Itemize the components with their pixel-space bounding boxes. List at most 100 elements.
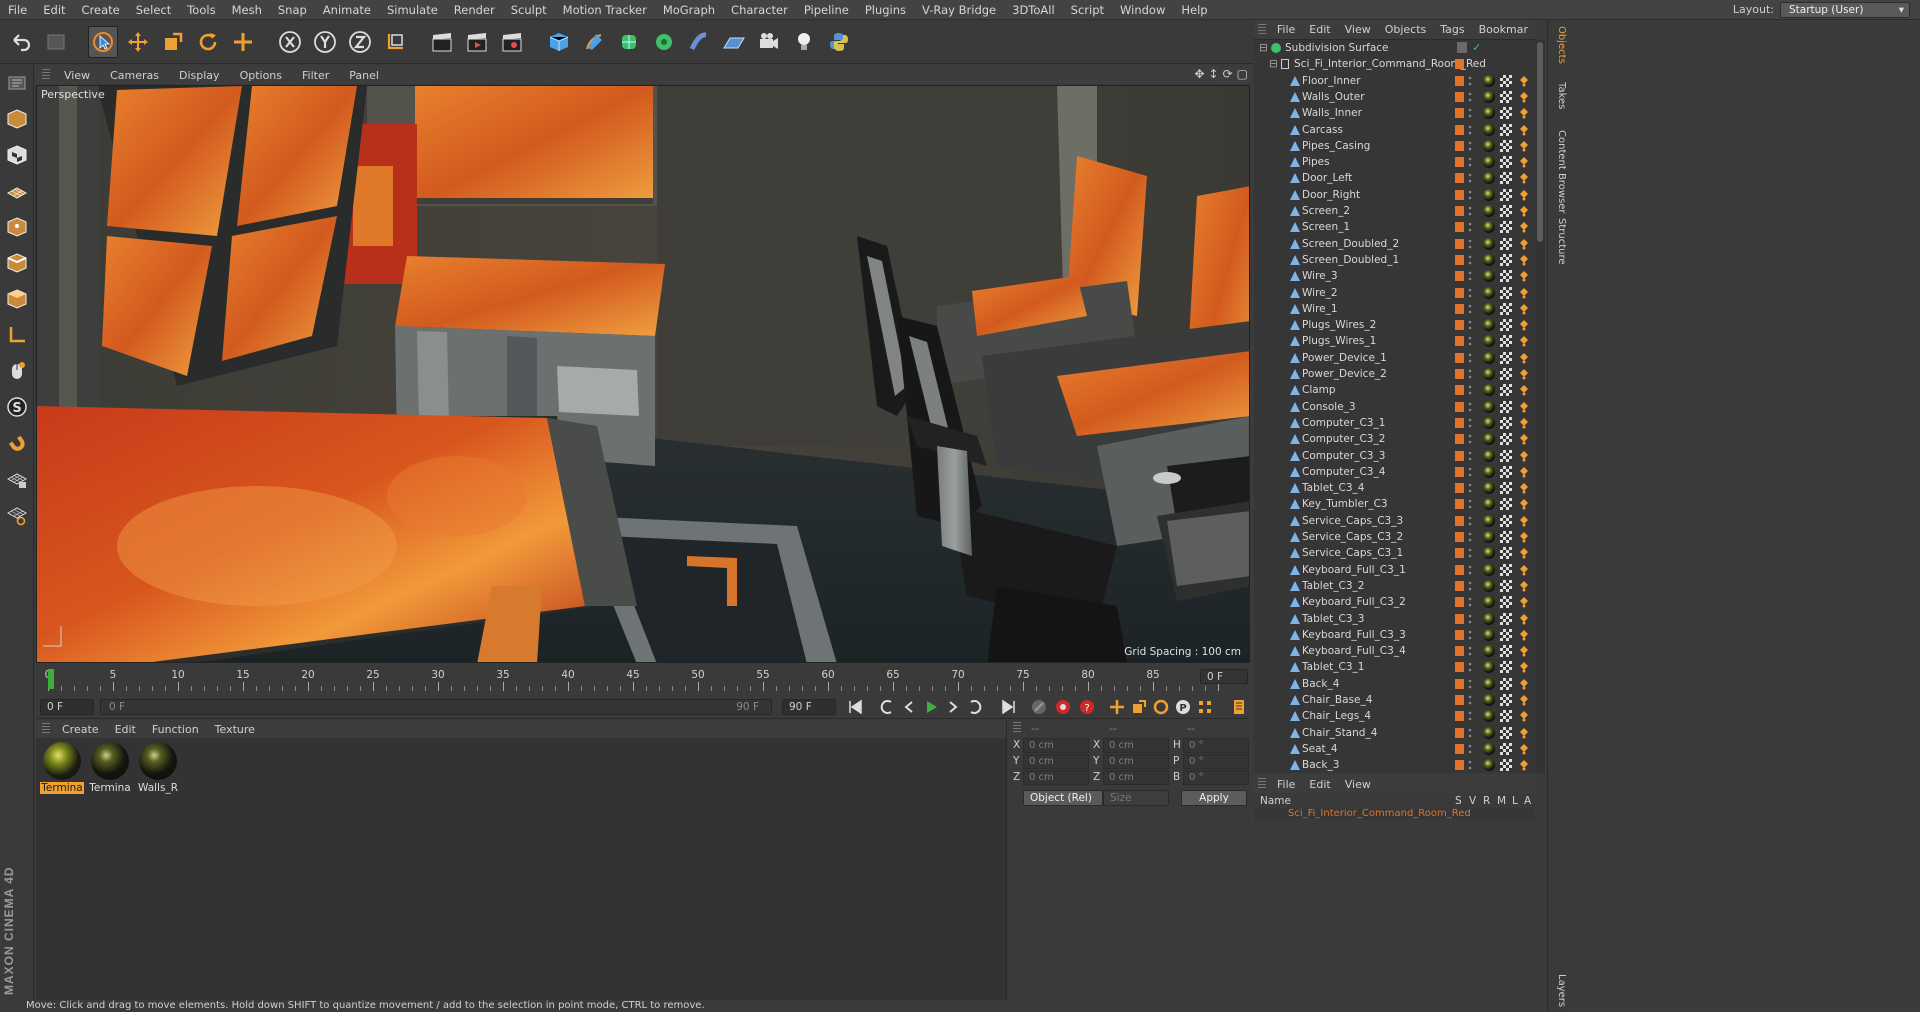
visibility-dots-icon[interactable] — [1467, 384, 1473, 396]
menu-sculpt[interactable]: Sculpt — [503, 0, 555, 20]
uvw-tag-icon[interactable] — [1500, 579, 1512, 592]
redo-button[interactable] — [41, 26, 71, 58]
timeline-window-button[interactable] — [1228, 697, 1250, 717]
tree-row-object[interactable]: Service_Caps_C3_2 — [1254, 529, 1535, 545]
rotate-tool-button[interactable] — [193, 26, 223, 58]
viewport-menu-options[interactable]: Options — [230, 69, 292, 82]
uvw-tag-icon[interactable] — [1500, 400, 1512, 413]
selection-tag-icon[interactable] — [1519, 661, 1529, 673]
render-view-button[interactable] — [427, 26, 457, 58]
visibility-dots-icon[interactable] — [1467, 450, 1473, 462]
material-tag-icon[interactable] — [1483, 107, 1495, 120]
key-point-level-button[interactable] — [1194, 697, 1216, 717]
size-z-field[interactable]: 0 cm — [1103, 770, 1169, 785]
selection-tag-icon[interactable] — [1519, 254, 1529, 266]
viewport-menu-panel[interactable]: Panel — [339, 69, 389, 82]
visibility-dots-icon[interactable] — [1467, 254, 1473, 266]
visibility-dots-icon[interactable] — [1467, 613, 1473, 625]
uvw-tag-icon[interactable] — [1500, 498, 1512, 511]
object-menu-bookmarks[interactable]: Bookmar — [1472, 23, 1535, 36]
visibility-dots-icon[interactable] — [1467, 547, 1473, 559]
tree-row-object[interactable]: Keyboard_Full_C3_4 — [1254, 643, 1535, 659]
scrollbar-thumb[interactable] — [1537, 42, 1543, 242]
uvw-tag-icon[interactable] — [1500, 742, 1512, 755]
tree-row-object[interactable]: Service_Caps_C3_1 — [1254, 545, 1535, 561]
tree-row-object[interactable]: Clamp — [1254, 382, 1535, 398]
tree-row-object[interactable]: Pipes — [1254, 154, 1535, 170]
selection-tag-icon[interactable] — [1519, 450, 1529, 462]
material-tag-icon[interactable] — [1483, 351, 1495, 364]
material-tag-icon[interactable] — [1483, 74, 1495, 87]
visibility-dots-icon[interactable] — [1467, 352, 1473, 364]
uvw-tag-icon[interactable] — [1500, 416, 1512, 429]
menu-pipeline[interactable]: Pipeline — [796, 0, 857, 20]
material-tag-icon[interactable] — [1483, 482, 1495, 495]
tree-row-object[interactable]: Screen_Doubled_1 — [1254, 252, 1535, 268]
uvw-tag-icon[interactable] — [1500, 612, 1512, 625]
material-tag-icon[interactable] — [1483, 742, 1495, 755]
goto-start-button[interactable] — [844, 697, 866, 717]
uvw-tag-icon[interactable] — [1500, 628, 1512, 641]
make-editable-button[interactable] — [2, 68, 32, 98]
visibility-dots-icon[interactable] — [1467, 205, 1473, 217]
menu-render[interactable]: Render — [446, 0, 503, 20]
tree-row-object[interactable]: Key_Tumbler_C3 — [1254, 496, 1535, 512]
selection-tag-icon[interactable] — [1519, 727, 1529, 739]
object-menu-view[interactable]: View — [1338, 23, 1378, 36]
uvw-tag-icon[interactable] — [1500, 449, 1512, 462]
selection-tag-icon[interactable] — [1519, 124, 1529, 136]
uvw-tag-icon[interactable] — [1500, 221, 1512, 234]
layer-row[interactable]: Sci_Fi_Interior_Command_Room_Red — [1254, 809, 1535, 819]
autokeying-button[interactable] — [1052, 697, 1074, 717]
uvw-tag-icon[interactable] — [1500, 677, 1512, 690]
uvw-tag-icon[interactable] — [1500, 253, 1512, 266]
material-tag-icon[interactable] — [1483, 759, 1495, 772]
tree-row-object[interactable]: Walls_Inner — [1254, 105, 1535, 121]
material-tag-icon[interactable] — [1483, 596, 1495, 609]
selection-tag-icon[interactable] — [1519, 352, 1529, 364]
tree-row-object[interactable]: Screen_2 — [1254, 203, 1535, 219]
material-tag-icon[interactable] — [1483, 677, 1495, 690]
material-tag-icon[interactable] — [1483, 694, 1495, 706]
visibility-dots-icon[interactable] — [1467, 303, 1473, 315]
selection-tag-icon[interactable] — [1519, 238, 1529, 250]
goto-end-button[interactable] — [998, 697, 1020, 717]
uvw-tag-icon[interactable] — [1500, 351, 1512, 364]
visibility-dots-icon[interactable] — [1467, 270, 1473, 282]
tree-row-object[interactable]: Keyboard_Full_C3_2 — [1254, 594, 1535, 610]
uvw-tag-icon[interactable] — [1500, 139, 1512, 152]
material-tag-icon[interactable] — [1483, 123, 1495, 136]
collapse-toggle-icon[interactable]: ⊟ — [1269, 56, 1278, 72]
visibility-dots-icon[interactable] — [1467, 287, 1473, 299]
uvw-tag-icon[interactable] — [1500, 645, 1512, 658]
uvw-tag-icon[interactable] — [1500, 107, 1512, 120]
tree-row-object[interactable]: Plugs_Wires_2 — [1254, 317, 1535, 333]
uvw-tag-icon[interactable] — [1500, 514, 1512, 527]
material-tag-icon[interactable] — [1483, 433, 1495, 446]
transform-tool-button[interactable] — [228, 26, 258, 58]
menu-edit[interactable]: Edit — [35, 0, 73, 20]
rotation-h-field[interactable]: 0 ° — [1183, 738, 1249, 753]
material-tag-icon[interactable] — [1483, 579, 1495, 592]
dolly-view-icon[interactable]: ↕ — [1209, 67, 1219, 83]
tree-row-object[interactable]: Screen_1 — [1254, 219, 1535, 235]
rotate-view-icon[interactable]: ⟳ — [1223, 67, 1233, 83]
selection-tag-icon[interactable] — [1519, 221, 1529, 233]
material-menu-edit[interactable]: Edit — [107, 723, 144, 736]
uvw-tag-icon[interactable] — [1500, 661, 1512, 674]
selection-tag-icon[interactable] — [1519, 580, 1529, 592]
uvw-tag-icon[interactable] — [1500, 188, 1512, 201]
x-axis-button[interactable] — [275, 26, 305, 58]
frame-ruler[interactable]: 051015202530354045505560657075808590 — [45, 669, 1244, 691]
uvw-tag-icon[interactable] — [1500, 596, 1512, 609]
y-axis-button[interactable] — [310, 26, 340, 58]
apply-button[interactable]: Apply — [1181, 790, 1247, 806]
uvw-tag-icon[interactable] — [1500, 123, 1512, 136]
selection-tag-icon[interactable] — [1519, 678, 1529, 690]
tree-row-object[interactable]: Chair_Base_4 — [1254, 692, 1535, 708]
uvw-tag-icon[interactable] — [1500, 384, 1512, 397]
move-tool-button[interactable] — [123, 26, 153, 58]
selection-tag-icon[interactable] — [1519, 417, 1529, 429]
tab-content-browser[interactable]: Content Browser — [1550, 130, 1567, 213]
live-selection-button[interactable] — [88, 25, 118, 58]
